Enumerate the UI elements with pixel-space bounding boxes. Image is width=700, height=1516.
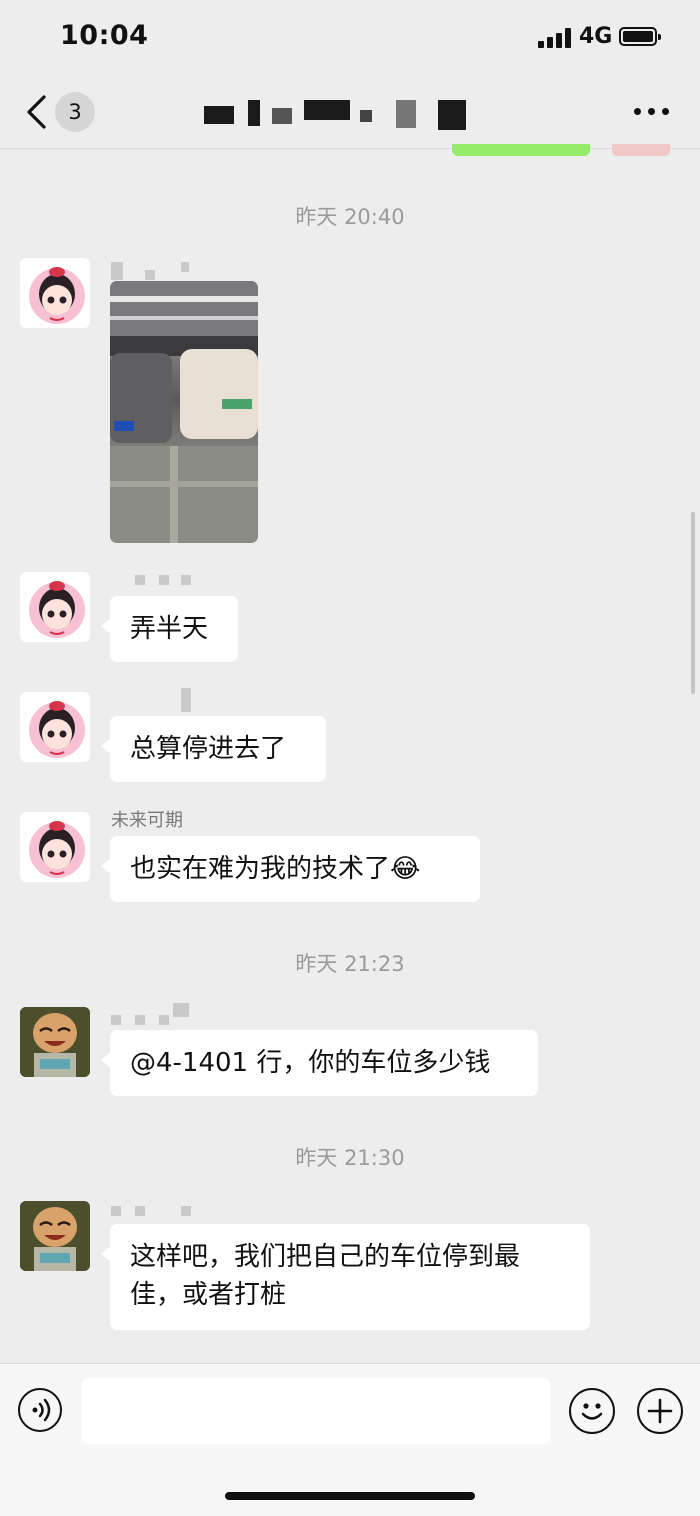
avatar[interactable] bbox=[20, 1201, 90, 1271]
message-bubble[interactable]: 总算停进去了 bbox=[101, 716, 326, 782]
avatar[interactable] bbox=[20, 812, 90, 882]
avatar-partial bbox=[612, 144, 670, 156]
chat-photo[interactable] bbox=[110, 281, 258, 543]
battery-icon bbox=[619, 27, 661, 46]
sender-name-redacted bbox=[111, 1206, 191, 1224]
sender-name: 未来可期 bbox=[111, 810, 183, 831]
cartoon-girl-avatar bbox=[29, 581, 85, 638]
avatar[interactable] bbox=[20, 258, 90, 328]
parked-cars-photo bbox=[110, 281, 258, 543]
laughing-tears-emoji: 😂 bbox=[390, 854, 421, 884]
status-bar: 10:04 4G bbox=[0, 0, 700, 76]
message-bubble[interactable]: 这样吧，我们把自己的车位停到最 佳，或者打桩 bbox=[101, 1224, 590, 1330]
laughing-kid-avatar bbox=[20, 1007, 90, 1077]
message-text-line: 这样吧，我们把自己的车位停到最 bbox=[130, 1242, 521, 1272]
message-text: @4-1401 行，你的车位多少钱 bbox=[130, 1048, 491, 1078]
home-indicator[interactable] bbox=[225, 1492, 475, 1500]
chat-title-redacted bbox=[200, 98, 480, 132]
cartoon-girl-avatar bbox=[29, 821, 85, 878]
message-bubble[interactable]: 也实在难为我的技术了😂 bbox=[101, 836, 480, 902]
network-label: 4G bbox=[579, 24, 613, 49]
timestamp: 昨天 21:30 bbox=[295, 1146, 405, 1170]
message-text: 弄半天 bbox=[130, 614, 209, 644]
sender-name-redacted bbox=[111, 262, 191, 280]
signal-bars-icon bbox=[538, 28, 572, 48]
message-input[interactable] bbox=[82, 1378, 550, 1444]
cartoon-girl-avatar bbox=[29, 701, 85, 758]
message-bubble[interactable]: 弄半天 bbox=[101, 596, 238, 662]
more-dots-icon[interactable] bbox=[634, 108, 670, 116]
scrollbar[interactable] bbox=[691, 512, 695, 694]
plus-icon[interactable] bbox=[637, 1388, 683, 1434]
message-text: 也实在难为我的技术了 bbox=[130, 854, 391, 884]
laughing-kid-avatar bbox=[20, 1201, 90, 1271]
voice-icon[interactable] bbox=[18, 1388, 62, 1432]
chat-header: 3 bbox=[0, 76, 700, 149]
timestamp: 昨天 21:23 bbox=[295, 952, 405, 976]
avatar[interactable] bbox=[20, 692, 90, 762]
chevron-left-icon[interactable] bbox=[22, 94, 52, 130]
sender-name-redacted bbox=[111, 575, 191, 593]
outgoing-bubble-partial bbox=[452, 144, 590, 156]
sender-name-redacted bbox=[111, 688, 191, 712]
status-time: 10:04 bbox=[60, 20, 149, 51]
message-text-line: 佳，或者打桩 bbox=[130, 1280, 287, 1310]
avatar[interactable] bbox=[20, 572, 90, 642]
avatar[interactable] bbox=[20, 1007, 90, 1077]
message-bubble[interactable]: @4-1401 行，你的车位多少钱 bbox=[101, 1030, 538, 1096]
message-text: 总算停进去了 bbox=[130, 734, 287, 764]
unread-count-badge[interactable]: 3 bbox=[55, 92, 95, 132]
timestamp: 昨天 20:40 bbox=[295, 205, 405, 229]
cartoon-girl-avatar bbox=[29, 267, 85, 324]
emoji-icon[interactable] bbox=[569, 1388, 615, 1434]
sender-name-redacted bbox=[111, 1003, 191, 1025]
